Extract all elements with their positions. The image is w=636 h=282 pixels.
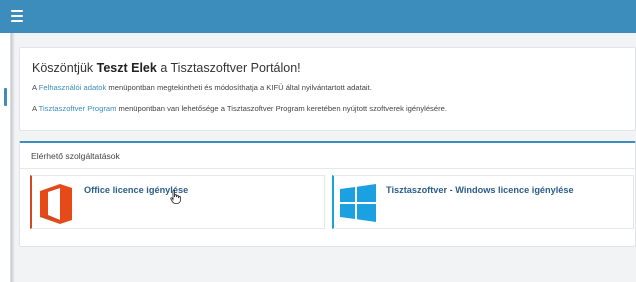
greeting-prefix: Köszöntjük [32,61,97,75]
welcome-panel: Köszöntjük Teszt Elek a Tisztaszoftver P… [19,47,636,131]
user-data-link[interactable]: Felhasználói adatok [39,83,107,92]
sidebar-active-indicator [4,88,7,106]
services-title: Elérhető szolgáltatások [31,151,120,161]
program-info: A Tisztaszoftver Program menüpontban van… [32,104,447,113]
top-navbar [0,0,636,33]
welcome-heading: Köszöntjük Teszt Elek a Tisztaszoftver P… [32,61,301,75]
line2-suffix: menüpontban van lehetősége a Tisztaszoft… [116,104,447,113]
user-data-info: A Felhasználói adatok menüpontban megtek… [32,83,372,92]
services-panel: Elérhető szolgáltatások Office licence i… [19,141,636,247]
windows-icon [340,184,376,222]
collapsed-sidebar [0,33,11,282]
line1-prefix: A [32,83,39,92]
windows-licence-label: Tisztaszoftver - Windows licence igénylé… [386,185,574,195]
line2-prefix: A [32,104,39,113]
greeting-suffix: a Tisztaszoftver Portálon! [156,61,301,75]
program-link[interactable]: Tisztaszoftver Program [39,104,117,113]
windows-licence-card[interactable]: Tisztaszoftver - Windows licence igénylé… [332,175,634,229]
sidebar-shadow [11,33,15,282]
services-header: Elérhető szolgáltatások [20,143,635,169]
line1-suffix: menüpontban megtekintheti és módosíthatj… [106,83,372,92]
hand-cursor-icon [170,190,181,204]
office-licence-card[interactable]: Office licence igénylése [30,175,325,229]
office-icon [40,184,72,224]
user-name: Teszt Elek [96,61,157,75]
hamburger-icon[interactable] [11,10,23,22]
